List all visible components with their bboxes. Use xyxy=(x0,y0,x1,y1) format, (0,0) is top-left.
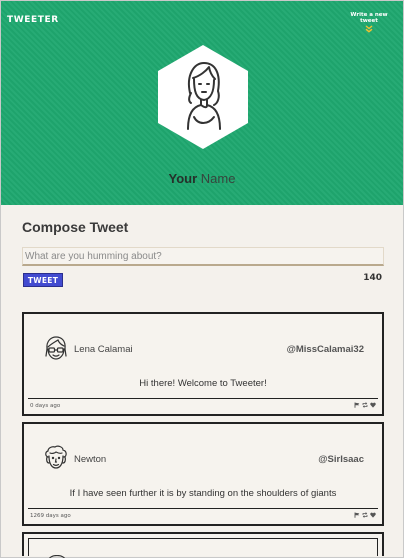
flag-icon[interactable] xyxy=(354,512,360,518)
tweet-body: Newton @SirIsaac If I have seen further … xyxy=(28,428,378,509)
char-counter: 140 xyxy=(363,273,382,283)
tweet-timestamp: 0 days ago xyxy=(30,403,61,409)
tweet-author-name[interactable]: Newton xyxy=(74,454,106,465)
tweet-card: Newton @SirIsaac If I have seen further … xyxy=(22,422,384,526)
tweet-body: Lena Calamai @MissCalamai32 Hi there! We… xyxy=(28,318,378,399)
tweet-author-handle[interactable]: @SirIsaac xyxy=(318,454,364,465)
tweet-input[interactable] xyxy=(22,247,384,266)
profile-avatar xyxy=(158,45,248,149)
flag-icon[interactable] xyxy=(354,402,360,408)
profile-header: TWEETER Write a new tweet Your Name xyxy=(1,1,403,205)
glasses-avatar-icon xyxy=(45,336,67,360)
compose-title: Compose Tweet xyxy=(22,219,129,235)
tweet-text: If I have seen further it is by standing… xyxy=(69,488,337,499)
tweet-footer: 0 days ago xyxy=(30,402,376,412)
write-new-tweet-label[interactable]: Write a new tweet xyxy=(350,12,387,24)
double-chevron-down-icon[interactable] xyxy=(365,25,373,33)
retweet-icon[interactable] xyxy=(362,512,368,518)
curly-hair-avatar-icon xyxy=(45,445,67,469)
heart-icon[interactable] xyxy=(370,402,376,408)
tweet-card: Lena Calamai @MissCalamai32 Hi there! We… xyxy=(22,312,384,416)
heart-icon[interactable] xyxy=(370,512,376,518)
tweet-actions xyxy=(354,402,376,408)
tweet-author-name[interactable]: Lena Calamai xyxy=(74,344,133,355)
write-new-tweet-link[interactable]: Write a new tweet xyxy=(343,12,395,33)
tweet-card xyxy=(22,532,384,558)
profile-name-first: Your xyxy=(168,171,198,186)
tweet-text: Hi there! Welcome to Tweeter! xyxy=(139,378,267,389)
tweet-body xyxy=(28,538,378,558)
retweet-icon[interactable] xyxy=(362,402,368,408)
profile-name: Your Name xyxy=(1,171,403,186)
tweet-timestamp: 1269 days ago xyxy=(30,513,71,519)
tweet-footer: 1269 days ago xyxy=(30,512,376,522)
profile-name-last: Name xyxy=(200,171,236,186)
tweet-button[interactable]: TWEET xyxy=(23,273,63,287)
tweet-actions xyxy=(354,512,376,518)
tweet-author-handle[interactable]: @MissCalamai32 xyxy=(287,344,364,355)
app-logo[interactable]: TWEETER xyxy=(7,15,59,25)
